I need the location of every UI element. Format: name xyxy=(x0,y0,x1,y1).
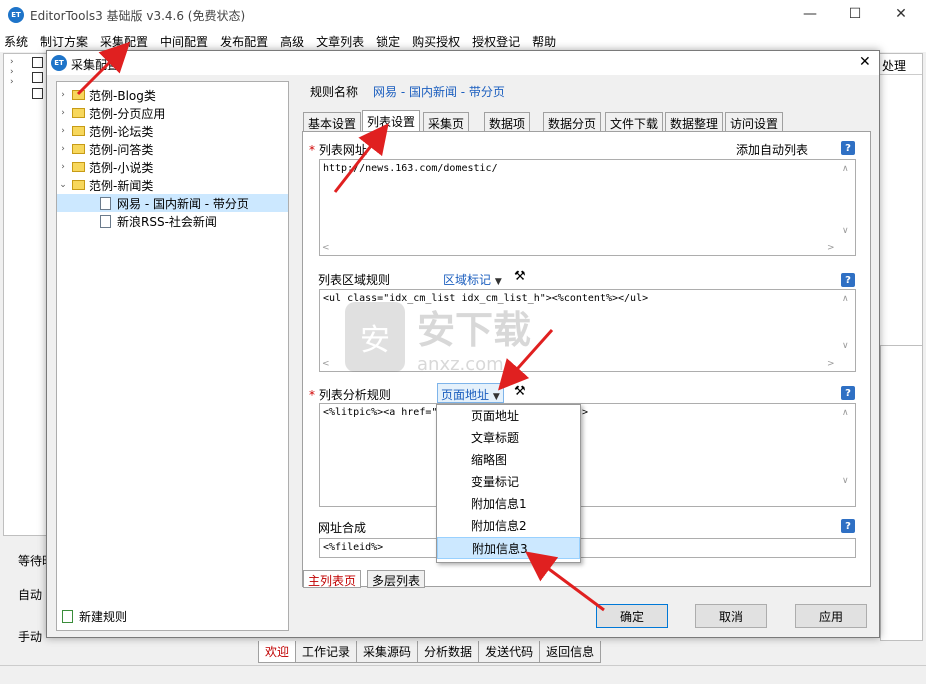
arrow-annotation xyxy=(76,41,131,96)
arrow-annotation xyxy=(525,551,605,612)
arrow-annotation xyxy=(498,329,554,391)
annotation-arrows xyxy=(76,41,605,612)
arrow-annotation xyxy=(333,123,389,193)
